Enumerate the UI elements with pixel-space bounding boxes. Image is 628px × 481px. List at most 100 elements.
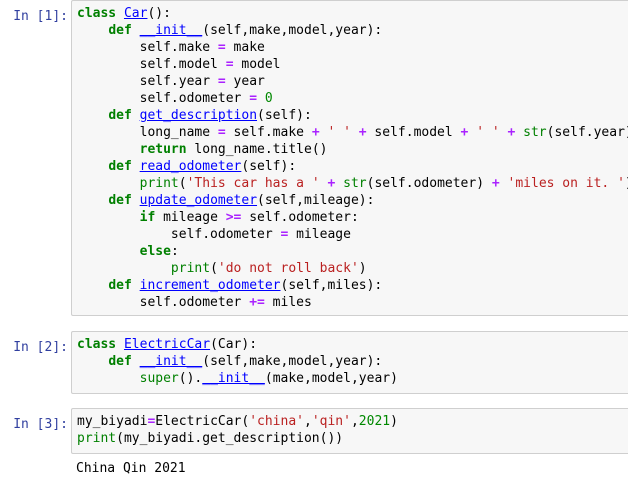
code-token: self.model — [366, 125, 461, 140]
code-token: self.year — [77, 74, 218, 89]
code-token: my_biyadi — [77, 414, 148, 429]
code-line: return long_name.title() — [77, 141, 628, 158]
code-token: (self,make,model,year): — [202, 23, 383, 38]
code-line: self.odometer = 0 — [77, 90, 628, 107]
code-token: >= — [225, 210, 242, 225]
code-token: self.model — [77, 57, 226, 72]
code-token: str — [343, 176, 367, 191]
code-token: ElectricCar( — [155, 414, 250, 429]
code-token: , — [350, 414, 359, 429]
code-token: (my_biyadi.get_description()) — [116, 431, 344, 446]
code-line: def __init__(self,make,model,year): — [77, 353, 628, 370]
code-editor[interactable]: class Car(): def __init__(self,make,mode… — [71, 0, 628, 316]
code-token: 'miles on it. ' — [507, 176, 625, 191]
code-line: else: — [77, 243, 628, 260]
code-token: increment_odometer — [139, 278, 281, 293]
cell-prompt: In [3]: — [13, 417, 68, 432]
code-token: def — [108, 354, 132, 369]
cell-prompt: In [2]: — [13, 340, 68, 355]
code-token: self.odometer — [77, 295, 250, 310]
code-token: if — [139, 210, 156, 225]
code-token: 'This car has a ' — [186, 176, 320, 191]
code-token: def — [108, 159, 132, 174]
code-token: read_odometer — [139, 159, 242, 174]
code-token: __init__ — [139, 23, 203, 38]
code-line: self.make = make — [77, 39, 628, 56]
code-token: + — [358, 125, 367, 140]
code-token: = — [225, 57, 234, 72]
code-token: ) — [358, 261, 367, 276]
code-token: (make,model,year) — [264, 371, 398, 386]
code-line: print('do not roll back') — [77, 260, 628, 277]
code-token: def — [108, 23, 132, 38]
notebook: In [1]: class Car(): def __init__(self,m… — [0, 0, 628, 481]
code-token: (self,miles): — [280, 278, 383, 293]
code-token: print — [77, 431, 117, 446]
code-editor[interactable]: class ElectricCar(Car): def __init__(sel… — [71, 331, 628, 394]
code-token: long_name.title() — [186, 142, 328, 157]
code-line: long_name = self.make + ' ' + self.model… — [77, 124, 628, 141]
code-line: print('This car has a ' + str(self.odome… — [77, 175, 628, 192]
code-line: def __init__(self,make,model,year): — [77, 22, 628, 39]
code-token: self.odometer — [77, 227, 281, 242]
code-token: print — [170, 261, 211, 276]
code-line: self.year = year — [77, 73, 628, 90]
code-token: self.make — [225, 125, 312, 140]
code-token: ) — [390, 414, 398, 429]
code-token: class — [77, 337, 117, 352]
code-token: super — [139, 371, 179, 386]
code-token: + — [491, 176, 500, 191]
code-token: else — [139, 244, 171, 259]
code-token: = — [217, 125, 226, 140]
code-line: self.model = model — [77, 56, 628, 73]
code-token: (). — [178, 371, 203, 386]
code-editor[interactable]: my_biyadi=ElectricCar('china','qin',2021… — [71, 408, 628, 454]
code-line: def update_odometer(self,mileage): — [77, 192, 628, 209]
code-token: (self): — [257, 108, 312, 123]
code-token: str — [523, 125, 547, 140]
code-token: (self,mileage): — [257, 193, 375, 208]
code-token: self.make — [77, 40, 218, 55]
code-line: my_biyadi=ElectricCar('china','qin',2021… — [77, 413, 628, 430]
code-token: mileage — [155, 210, 226, 225]
code-token: self.odometer — [77, 91, 250, 106]
code-token: def — [108, 108, 132, 123]
code-token: year — [225, 74, 265, 89]
cell-prompt: In [1]: — [13, 9, 68, 24]
code-token: make — [225, 40, 265, 55]
code-line: class Car(): — [77, 5, 628, 22]
code-token: (Car): — [210, 337, 258, 352]
code-token: (self.odometer) — [366, 176, 492, 191]
code-line: if mileage >= self.odometer: — [77, 209, 628, 226]
code-token: 2021 — [358, 414, 391, 429]
code-token: : — [170, 244, 179, 259]
code-line: def get_description(self): — [77, 107, 628, 124]
code-token: __init__ — [139, 354, 203, 369]
code-token: print — [139, 176, 179, 191]
code-token: = — [217, 40, 226, 55]
code-token: += — [249, 295, 265, 310]
code-token: 'do not roll back' — [217, 261, 359, 276]
code-token: + — [311, 125, 320, 140]
code-token: def — [108, 278, 132, 293]
code-token: 'qin' — [311, 414, 351, 429]
